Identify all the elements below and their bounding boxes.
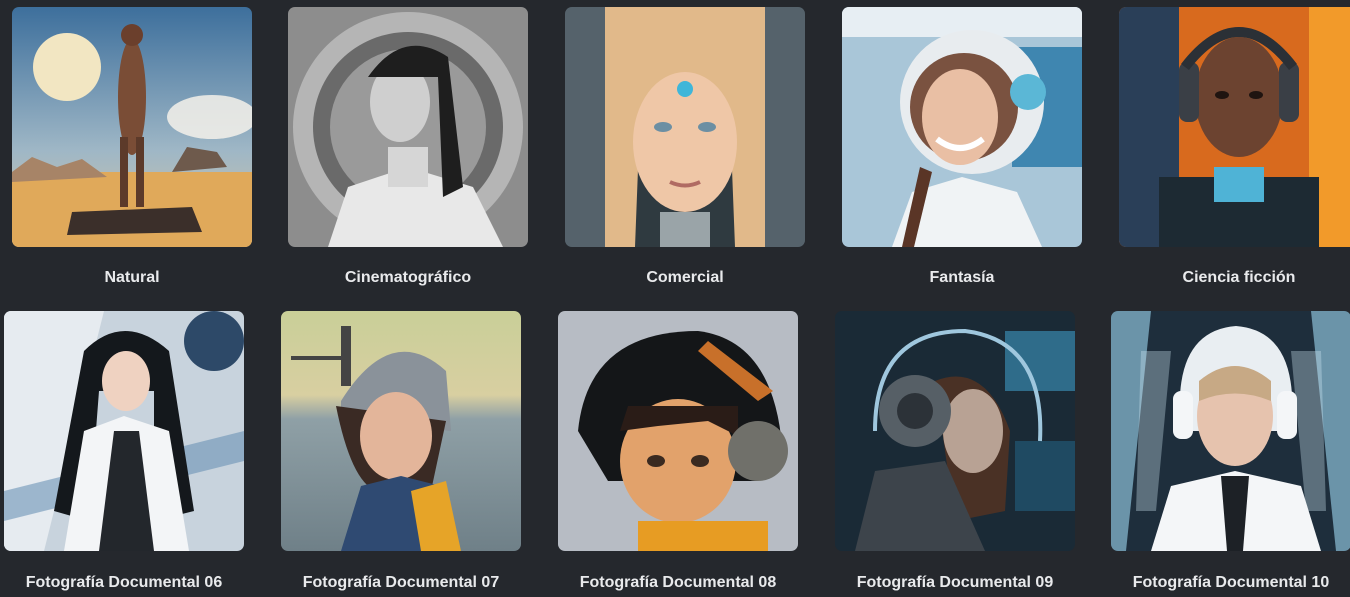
style-thumbnail[interactable] (1119, 7, 1350, 247)
style-card-fotografia-documental-08[interactable]: Fotografía Documental 08 (558, 311, 798, 591)
woman-standing-in-desert-image (12, 7, 252, 247)
style-label: Ciencia ficción (1182, 269, 1296, 286)
style-card-comercial[interactable]: Comercial (565, 7, 805, 286)
futuristic-woman-headphones-image (1111, 311, 1350, 551)
woman-with-headphones-fire-image (1119, 7, 1350, 247)
smiling-astronaut-woman-image (842, 7, 1082, 247)
style-label: Cinematográfico (344, 269, 472, 286)
girl-space-helmet-painting-image (558, 311, 798, 551)
style-thumbnail[interactable] (12, 7, 252, 247)
style-card-cinematografico[interactable]: Cinematográfico (288, 7, 528, 286)
woman-white-suit-monochrome-image (288, 7, 528, 247)
cyborg-woman-profile-image (835, 311, 1075, 551)
style-thumbnail[interactable] (558, 311, 798, 551)
style-label: Comercial (646, 269, 724, 286)
anime-space-woman-image (4, 311, 244, 551)
style-thumbnail[interactable] (565, 7, 805, 247)
cyborg-woman-portrait-image (565, 7, 805, 247)
style-label: Fantasía (929, 269, 995, 286)
style-label: Fotografía Documental 07 (302, 574, 500, 591)
style-thumbnail[interactable] (288, 7, 528, 247)
style-card-fotografia-documental-10[interactable]: Fotografía Documental 10 (1111, 311, 1350, 591)
style-thumbnail[interactable] (835, 311, 1075, 551)
style-card-fotografia-documental-06[interactable]: Fotografía Documental 06 (4, 311, 244, 591)
style-label: Fotografía Documental 06 (25, 574, 223, 591)
style-card-natural[interactable]: Natural (12, 7, 252, 286)
style-label: Fotografía Documental 10 (1132, 574, 1330, 591)
style-label: Fotografía Documental 09 (856, 574, 1054, 591)
style-card-fotografia-documental-07[interactable]: Fotografía Documental 07 (281, 311, 521, 591)
style-thumbnail[interactable] (4, 311, 244, 551)
girl-with-helmet-sea-image (281, 311, 521, 551)
style-thumbnail[interactable] (281, 311, 521, 551)
style-card-fotografia-documental-09[interactable]: Fotografía Documental 09 (835, 311, 1075, 591)
style-card-fantasia[interactable]: Fantasía (842, 7, 1082, 286)
style-thumbnail[interactable] (1111, 311, 1350, 551)
style-label: Fotografía Documental 08 (579, 574, 777, 591)
style-card-ciencia-ficcion[interactable]: Ciencia ficción (1119, 7, 1350, 286)
style-label: Natural (104, 269, 160, 286)
style-gallery: Natural Cinematográfico Comercial Fantas… (0, 0, 1350, 597)
style-thumbnail[interactable] (842, 7, 1082, 247)
